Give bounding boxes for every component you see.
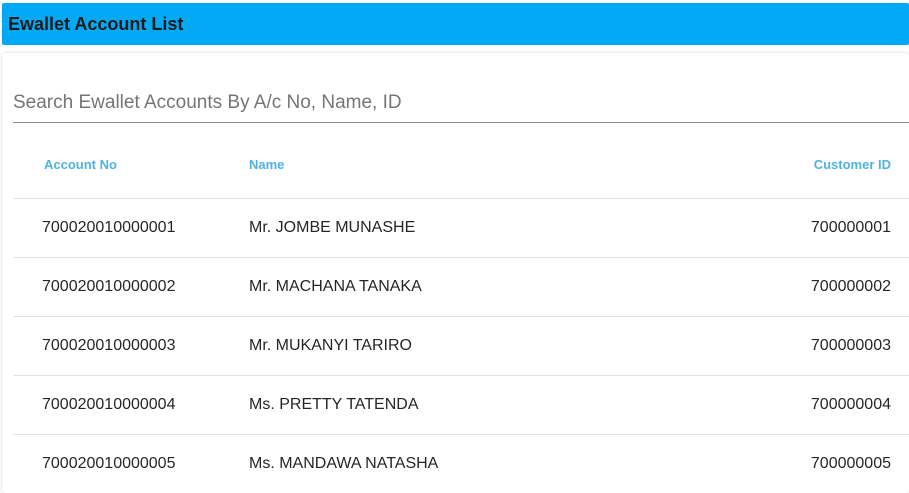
table-row[interactable]: 700020010000001 Mr. JOMBE MUNASHE 700000… <box>13 199 909 258</box>
table-row[interactable]: 700020010000003 Mr. MUKANYI TARIRO 70000… <box>13 317 909 376</box>
name-cell: Ms. MANDAWA NATASHA <box>249 455 439 472</box>
name-cell: Mr. MACHANA TANAKA <box>249 278 422 295</box>
account-no-cell: 700020010000003 <box>42 337 176 354</box>
table-header: Account No Name Customer ID <box>13 141 909 199</box>
account-list-card: Account No Name Customer ID 700020010000… <box>2 53 909 493</box>
column-header-name[interactable]: Name <box>249 141 284 189</box>
table-row[interactable]: 700020010000004 Ms. PRETTY TATENDA 70000… <box>13 376 909 435</box>
name-cell: Ms. PRETTY TATENDA <box>249 396 419 413</box>
customer-id-cell: 700000002 <box>810 278 891 295</box>
page-title: Ewallet Account List <box>8 14 184 34</box>
search-field[interactable] <box>13 83 909 123</box>
accounts-table: Account No Name Customer ID 700020010000… <box>13 141 909 493</box>
column-header-account-no[interactable]: Account No <box>44 141 117 189</box>
table-row[interactable]: 700020010000002 Mr. MACHANA TANAKA 70000… <box>13 258 909 317</box>
customer-id-cell: 700000005 <box>810 455 891 472</box>
name-cell: Mr. MUKANYI TARIRO <box>249 337 412 354</box>
customer-id-cell: 700000003 <box>810 337 891 354</box>
account-no-cell: 700020010000002 <box>42 278 176 295</box>
account-no-cell: 700020010000004 <box>42 396 176 413</box>
customer-id-cell: 700000004 <box>810 396 891 413</box>
page-header: Ewallet Account List <box>2 3 909 45</box>
account-no-cell: 700020010000005 <box>42 455 176 472</box>
search-input[interactable] <box>13 83 909 122</box>
account-no-cell: 700020010000001 <box>42 219 176 236</box>
customer-id-cell: 700000001 <box>810 219 891 236</box>
name-cell: Mr. JOMBE MUNASHE <box>249 219 416 236</box>
table-row[interactable]: 700020010000005 Ms. MANDAWA NATASHA 7000… <box>13 435 909 493</box>
column-header-customer-id[interactable]: Customer ID <box>814 141 891 189</box>
